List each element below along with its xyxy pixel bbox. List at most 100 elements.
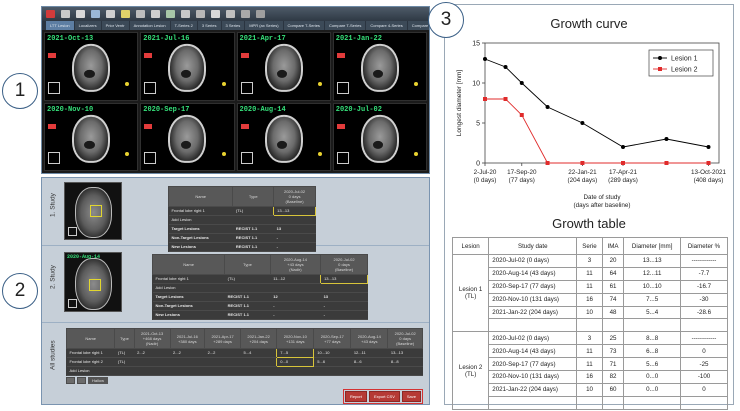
study-2-thumbnail[interactable]: 2020-Aug-14 (64, 252, 122, 312)
x-tick-label: (289 days) (608, 177, 638, 184)
scan-date: 2020-Aug-14 (239, 105, 286, 114)
series-tab[interactable]: Localizers (74, 21, 101, 30)
growth-table: Lesion Study date Serie IMA Diameter [mm] Dia… (451, 237, 728, 410)
table-cell[interactable] (170, 357, 205, 367)
annotate-icon[interactable] (166, 10, 175, 18)
series-tab[interactable]: 3 Series (197, 21, 221, 30)
y-tick-label: 5 (476, 121, 480, 128)
spacer-row (453, 395, 728, 410)
reset-icon[interactable] (211, 10, 220, 18)
summary-row[interactable]: Target Lesions RECIST 1.1 13 (168, 224, 316, 234)
series-tab[interactable]: Prior Ventr (101, 21, 129, 30)
table-row: 2021-Jan-22 (204 days) 10 60 0...0 0 (453, 382, 728, 397)
table-cell: 11 (576, 344, 603, 359)
x-tick-label: (77 days) (509, 177, 535, 184)
table-cell[interactable]: 13...13 (387, 348, 423, 358)
table-cell[interactable]: 2...2 (134, 348, 171, 358)
table-cell (623, 318, 682, 333)
lesion-row[interactable]: Frontal lobe right 1 (TL) 2...2 2...2 2...2 5… (66, 348, 423, 358)
table-cell: 13 (320, 292, 368, 302)
scan-viewport[interactable]: 2020-Jul-02 (332, 102, 427, 171)
pan-icon[interactable] (106, 10, 115, 18)
scan-viewport[interactable]: 2020-Aug-14 (236, 102, 331, 171)
series-tab[interactable]: Compare 5-Series (407, 21, 429, 30)
study-1-thumbnail[interactable] (64, 182, 122, 240)
table-cell[interactable]: 7...5 (276, 348, 315, 358)
header-row: Lesion Study date Serie IMA Diameter [mm] Dia… (451, 237, 728, 255)
roi-icon[interactable] (151, 10, 160, 18)
series-tab[interactable]: Compare T-Series (324, 21, 366, 30)
table-cell: Add Lesion (152, 283, 225, 293)
table-cell[interactable]: 5...4 (240, 348, 277, 358)
summary-row[interactable]: Non-Target Lesions RECIST 1.1- - (152, 301, 368, 311)
report-button[interactable]: Report (344, 391, 367, 402)
orientation-icon (68, 299, 77, 308)
table-cell[interactable]: 11...12 (270, 274, 321, 284)
table-cell (350, 366, 388, 376)
scan-viewport[interactable]: 2021-Jan-22 (332, 32, 427, 101)
table-cell: 0 (680, 344, 728, 359)
series-tab[interactable]: MPR (ax Series) (245, 21, 283, 30)
layout-icon[interactable] (61, 10, 70, 18)
series-tab[interactable]: T-Series 2 (170, 21, 197, 30)
measure-icon[interactable] (121, 10, 130, 18)
x-axis-label: (days after baseline) (573, 202, 630, 209)
table-cell[interactable]: 5...6 (313, 357, 351, 367)
table-cell[interactable] (240, 357, 277, 367)
study-2-label: 2. Study (49, 265, 57, 289)
add-lesion-row[interactable]: Add Lesion (168, 215, 316, 225)
angle-icon[interactable] (136, 10, 145, 18)
add-lesion-row[interactable]: Add Lesion (152, 283, 368, 293)
summary-row[interactable]: Non-Target Lesions RECIST 1.1- (168, 233, 316, 243)
table-cell (170, 366, 205, 376)
add-lesion-row[interactable]: Add Lesion (66, 366, 423, 376)
table-cell[interactable]: 2...2 (204, 348, 241, 358)
table-cell: 74 (601, 292, 625, 307)
table-cell[interactable]: 13...13 (320, 274, 368, 284)
table-cell[interactable]: 2...2 (170, 348, 205, 358)
settings-icon[interactable] (241, 10, 250, 18)
study-1-table: Name Type 2020-Jul-02 0 days (Baseline) Front… (167, 186, 316, 252)
scan-viewport[interactable]: 2021-Oct-13 (44, 32, 139, 101)
series-tab[interactable]: Compare T-Series (283, 21, 324, 30)
series-tab[interactable]: 3 Series (221, 21, 245, 30)
table-cell[interactable]: 8...6 (350, 357, 388, 367)
table-cell: 11 (576, 279, 603, 294)
help-icon[interactable] (256, 10, 265, 18)
scan-viewport[interactable]: 2020-Sep-17 (140, 102, 235, 171)
table-cell[interactable]: 0...0 (276, 357, 315, 367)
table-cell[interactable] (204, 357, 241, 367)
table-cell: Non-Target Lesions (152, 301, 225, 311)
table-cell[interactable]: 12...11 (350, 348, 388, 358)
scan-viewport[interactable]: 2021-Apr-17 (236, 32, 331, 101)
lesion-row[interactable]: Frontal lobe right 1 (TL) 13...13 (168, 206, 316, 216)
series-tab[interactable]: Annotation Lesion (129, 21, 170, 30)
table-cell[interactable]: 8...8 (387, 357, 423, 367)
summary-row[interactable]: New Lesions RECIST 1.1- - (152, 310, 368, 320)
series-tab[interactable]: LTT Lesion (46, 21, 74, 30)
table-cell[interactable] (134, 357, 171, 367)
save-button[interactable]: Save (401, 391, 421, 402)
export-csv-button[interactable]: Export CSV (368, 391, 400, 402)
summary-row[interactable]: Target Lesions RECIST 1.1 12 13 (152, 292, 368, 302)
lesion-row[interactable]: Frontal lobe right 2 (TL) 0...0 5...6 8...6 8… (66, 357, 423, 367)
window-level-icon[interactable] (76, 10, 85, 18)
scan-viewport[interactable]: 2020-Nov-10 (44, 102, 139, 171)
misc-button[interactable]: Hallow (88, 377, 109, 384)
scan-viewport[interactable]: 2021-Jul-16 (140, 32, 235, 101)
table-row: 2020-Sep-17 (77 days) 11 71 5...6 -25 (453, 357, 728, 372)
remove-button[interactable] (77, 377, 86, 384)
cine-icon[interactable] (196, 10, 205, 18)
table-cell: - (270, 310, 321, 320)
table-cell: ------------ (680, 254, 728, 268)
export-icon[interactable] (226, 10, 235, 18)
data-point (483, 97, 487, 101)
series-tab[interactable]: Compare 4-Series (366, 21, 407, 30)
zoom-icon[interactable] (91, 10, 100, 18)
table-cell[interactable]: 13...13 (273, 206, 316, 216)
add-button[interactable] (66, 377, 75, 384)
mpr-icon[interactable] (181, 10, 190, 18)
table-cell[interactable]: 10...10 (313, 348, 351, 358)
column-header: Diameter % (680, 237, 728, 255)
lesion-row[interactable]: Frontal lobe right 1 (TL) 11...12 13...13 (152, 274, 368, 284)
